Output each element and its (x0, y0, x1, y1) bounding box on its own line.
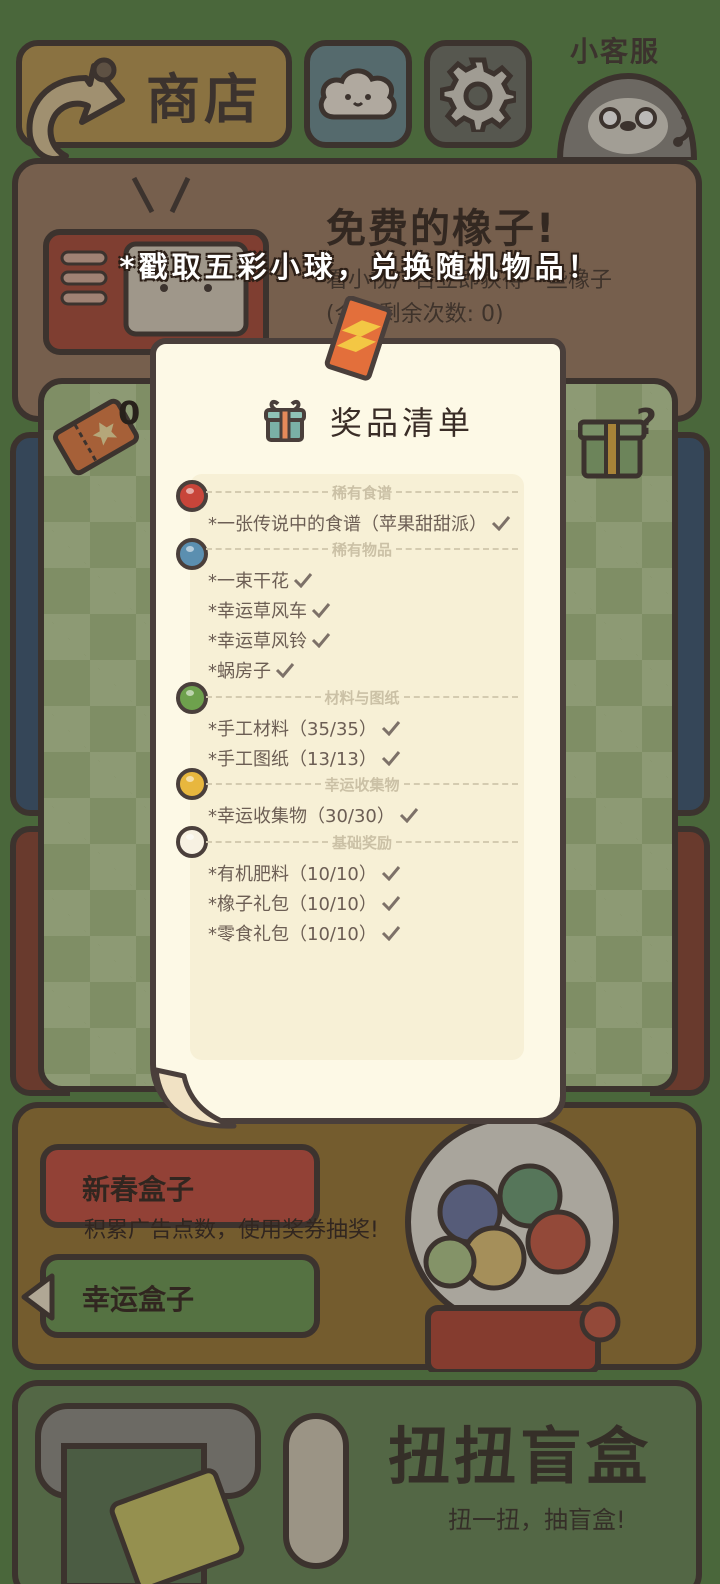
item-label: *一张传说中的食谱（苹果甜甜派） (208, 514, 487, 535)
item-label: *幸运草风车 (208, 601, 307, 622)
list-item: *一张传说中的食谱（苹果甜甜派） (208, 510, 511, 536)
red-ticket-icon (324, 296, 392, 381)
list-item: *有机肥料（10/10） (208, 860, 401, 886)
item-label: *蜗房子 (208, 661, 271, 682)
item-label: *橡子礼包（10/10） (208, 894, 377, 915)
check-icon (381, 721, 401, 736)
section-title: 稀有食谱 (332, 483, 393, 502)
item-label: *有机肥料（10/10） (208, 864, 377, 885)
list-item: *一束干花 (208, 567, 313, 593)
section-header: 材料与图纸 (204, 688, 520, 707)
check-icon (311, 603, 331, 618)
section-header: 稀有食谱 (204, 483, 520, 502)
check-icon (381, 896, 401, 911)
section-title: 基础奖励 (332, 833, 393, 852)
item-label: *幸运草风铃 (208, 631, 307, 652)
item-label: *手工材料（35/35） (208, 719, 377, 740)
check-icon (381, 926, 401, 941)
check-icon (275, 663, 295, 678)
check-icon (381, 866, 401, 881)
check-icon (293, 573, 313, 588)
list-item: *幸运收集物（30/30） (208, 802, 419, 828)
section-header: 幸运收集物 (204, 775, 520, 794)
check-icon (491, 516, 511, 531)
gift-icon (264, 399, 306, 442)
list-item: *幸运草风铃 (208, 627, 331, 653)
prize-list-title: 奖品清单 (330, 404, 475, 442)
check-icon (399, 808, 419, 823)
page-fold-icon (153, 1067, 237, 1129)
list-item: *手工图纸（13/13） (208, 745, 401, 771)
list-item: *幸运草风车 (208, 597, 331, 623)
list-item: *蜗房子 (208, 657, 295, 683)
item-label: *手工图纸（13/13） (208, 749, 377, 770)
item-label: *幸运收集物（30/30） (208, 806, 395, 827)
item-label: *一束干花 (208, 571, 289, 592)
section-title: 幸运收集物 (324, 775, 400, 794)
section-header: 稀有物品 (204, 540, 520, 559)
section-title: 稀有物品 (332, 540, 393, 559)
hint-banner: *戳取五彩小球，兑换随机物品！ (119, 250, 601, 284)
list-item: *橡子礼包（10/10） (208, 890, 401, 916)
item-label: *零食礼包（10/10） (208, 924, 377, 945)
section-title: 材料与图纸 (324, 688, 400, 707)
list-item: *手工材料（35/35） (208, 715, 401, 741)
check-icon (381, 751, 401, 766)
section-header: 基础奖励 (204, 833, 520, 852)
list-item: *零食礼包（10/10） (208, 920, 401, 946)
check-icon (311, 633, 331, 648)
